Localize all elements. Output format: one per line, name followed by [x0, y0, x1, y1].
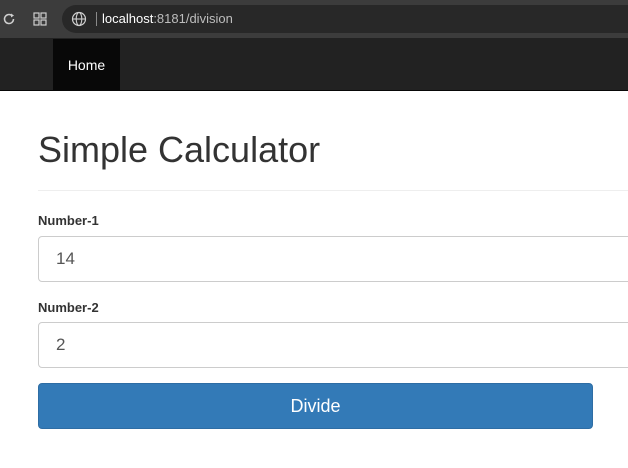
nav-home-link[interactable]: Home	[53, 39, 120, 90]
page-title: Simple Calculator	[38, 129, 321, 170]
number1-label: Number-1	[38, 213, 99, 228]
title-divider	[38, 190, 628, 191]
url-text: localhost:8181/division	[102, 11, 233, 26]
reload-icon[interactable]	[0, 10, 18, 28]
number2-label: Number-2	[38, 300, 99, 315]
divide-button[interactable]: Divide	[38, 383, 593, 429]
globe-icon	[71, 11, 87, 27]
navbar: Home	[0, 38, 628, 91]
browser-toolbar: localhost:8181/division	[0, 0, 628, 38]
address-separator	[96, 12, 97, 26]
tab-grid-icon[interactable]	[31, 10, 49, 28]
url-path: :8181/division	[153, 11, 233, 26]
number1-input[interactable]	[38, 236, 628, 282]
url-host: localhost	[102, 11, 154, 26]
address-bar[interactable]: localhost:8181/division	[62, 5, 628, 33]
number2-input[interactable]	[38, 322, 628, 368]
